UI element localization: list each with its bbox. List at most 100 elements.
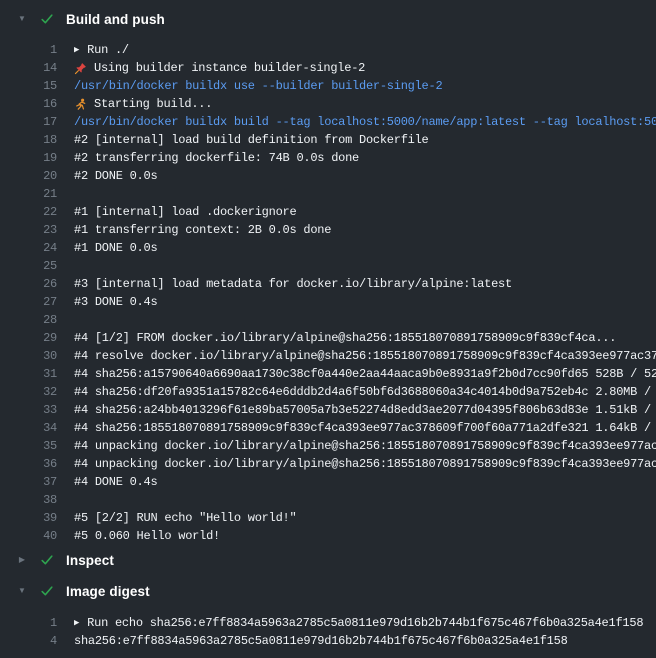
log-text-content: #4 sha256:a15790640a6690aa1730c38cf0a440… [74, 365, 656, 383]
line-number[interactable]: 30 [0, 347, 57, 365]
log-text-content: #4 [1/2] FROM docker.io/library/alpine@s… [74, 329, 616, 347]
log-text-content: Starting build... [94, 95, 212, 113]
chevron-down-icon[interactable]: ▼ [16, 8, 28, 30]
log-text: #4 [1/2] FROM docker.io/library/alpine@s… [57, 329, 656, 347]
log-lines-build-and-push: 1 ▶ Run ./ 14 Using builder instance builder… [0, 41, 656, 545]
log-text: #1 DONE 0.0s [57, 239, 656, 257]
section-title[interactable]: Build and push [66, 12, 165, 27]
line-number[interactable]: 28 [0, 311, 57, 329]
line-number[interactable]: 33 [0, 401, 57, 419]
line-number[interactable]: 27 [0, 293, 57, 311]
log-text-content: #5 [2/2] RUN echo "Hello world!" [74, 509, 296, 527]
log-line: 40#5 0.060 Hello world! [0, 527, 656, 545]
log-text: #4 resolve docker.io/library/alpine@sha2… [57, 347, 656, 365]
check-icon [40, 12, 54, 26]
log-text: #4 sha256:a24bb4013296f61e89ba57005a7b3e… [57, 401, 656, 419]
log-line: 33#4 sha256:a24bb4013296f61e89ba57005a7b… [0, 401, 656, 419]
section-header-build-and-push[interactable]: ▼ Build and push [0, 8, 656, 30]
log-text-content: #2 [internal] load build definition from… [74, 131, 429, 149]
log-line: 4sha256:e7ff8834a5963a2785c5a0811e979d16… [0, 632, 656, 650]
log-text: ▶ Run ./ [57, 41, 656, 59]
log-line: 25 [0, 257, 656, 275]
log-text-content: #1 transferring context: 2B 0.0s done [74, 221, 331, 239]
log-line: 37 #4 DONE 0.4s [0, 473, 656, 491]
chevron-down-icon[interactable]: ▼ [16, 580, 28, 602]
section-build-and-push: ▼ Build and push 1 ▶ Run ./ 14 Using builder i… [0, 8, 656, 545]
log-text: #5 0.060 Hello world! [57, 527, 656, 545]
line-number[interactable]: 34 [0, 419, 57, 437]
section-header-inspect[interactable]: ▶ Inspect [0, 549, 656, 571]
play-icon[interactable]: ▶ [74, 614, 79, 632]
log-text: #1 [internal] load .dockerignore [57, 203, 656, 221]
workflow-log-viewer: ▼Build and push1▶Run ./14Using builder i… [0, 0, 656, 650]
log-text-content: #4 sha256:df20fa9351a15782c64e6dddb2d4a6… [74, 383, 656, 401]
section-inspect: ▶ Inspect [0, 549, 656, 571]
line-number[interactable]: 23 [0, 221, 57, 239]
line-number[interactable]: 21 [0, 185, 57, 203]
log-text: /usr/bin/docker buildx build --tag local… [57, 113, 656, 131]
log-line: 18 #2 [internal] load build definition fr… [0, 131, 656, 149]
log-text-content: #4 DONE 0.4s [74, 473, 157, 491]
log-text-content: Run ./ [87, 41, 129, 59]
line-number[interactable]: 17 [0, 113, 57, 131]
log-text-content: #4 resolve docker.io/library/alpine@sha2… [74, 347, 656, 365]
log-text-content: #4 unpacking docker.io/library/alpine@sh… [74, 455, 656, 473]
section-header-image-digest[interactable]: ▼ Image digest [0, 580, 656, 602]
line-number[interactable]: 4 [0, 632, 57, 650]
log-text: #4 unpacking docker.io/library/alpine@sh… [57, 437, 656, 455]
log-line: 34#4 sha256:185518070891758909c9f839cf4c… [0, 419, 656, 437]
log-text: #4 unpacking docker.io/library/alpine@sh… [57, 455, 656, 473]
line-number[interactable]: 14 [0, 59, 57, 77]
log-text: #2 [internal] load build definition from… [57, 131, 656, 149]
log-line: 16 Starting build... [0, 95, 656, 113]
log-text-content: #1 [internal] load .dockerignore [74, 203, 296, 221]
line-number[interactable]: 32 [0, 383, 57, 401]
line-number[interactable]: 39 [0, 509, 57, 527]
log-line: 31 #4 sha256:a15790640a6690aa1730c38cf0a4… [0, 365, 656, 383]
log-text: #4 sha256:185518070891758909c9f839cf4ca3… [57, 419, 656, 437]
log-text: Using builder instance builder-single-2 [57, 59, 656, 77]
log-text: #2 DONE 0.0s [57, 167, 656, 185]
line-number[interactable]: 24 [0, 239, 57, 257]
log-text: #4 DONE 0.4s [57, 473, 656, 491]
line-number[interactable]: 25 [0, 257, 57, 275]
section-image-digest: ▼Image digest1▶Run echo sha256:e7ff8834a… [0, 580, 656, 650]
line-number[interactable]: 22 [0, 203, 57, 221]
play-icon[interactable]: ▶ [74, 41, 79, 59]
log-lines-image-digest: 1▶Run echo sha256:e7ff8834a5963a2785c5a0… [0, 614, 656, 650]
log-text-content: Using builder instance builder-single-2 [94, 59, 365, 77]
log-text: /usr/bin/docker buildx use --builder bui… [57, 77, 656, 95]
log-line: 1▶Run echo sha256:e7ff8834a5963a2785c5a0… [0, 614, 656, 632]
line-number[interactable]: 26 [0, 275, 57, 293]
log-line: 27#3 DONE 0.4s [0, 293, 656, 311]
log-text-content: /usr/bin/docker buildx build --tag local… [74, 113, 656, 131]
chevron-right-icon[interactable]: ▶ [16, 549, 28, 571]
log-line: 19#2 transferring dockerfile: 74B 0.0s d… [0, 149, 656, 167]
line-number[interactable]: 19 [0, 149, 57, 167]
section-title[interactable]: Inspect [66, 553, 114, 568]
log-text: #2 transferring dockerfile: 74B 0.0s don… [57, 149, 656, 167]
line-number[interactable]: 1 [0, 41, 57, 59]
line-number[interactable]: 37 [0, 473, 57, 491]
log-line: 17/usr/bin/docker buildx build --tag loc… [0, 113, 656, 131]
log-text: #4 sha256:df20fa9351a15782c64e6dddb2d4a6… [57, 383, 656, 401]
line-number[interactable]: 38 [0, 491, 57, 509]
log-text-content: #3 [internal] load metadata for docker.i… [74, 275, 512, 293]
log-line: 22 #1 [internal] load .dockerignore [0, 203, 656, 221]
line-number[interactable]: 15 [0, 77, 57, 95]
line-number[interactable]: 18 [0, 131, 57, 149]
section-title[interactable]: Image digest [66, 584, 150, 599]
line-number[interactable]: 16 [0, 95, 57, 113]
log-line: 26 #3 [internal] load metadata for docker… [0, 275, 656, 293]
log-line: 15/usr/bin/docker buildx use --builder b… [0, 77, 656, 95]
line-number[interactable]: 35 [0, 437, 57, 455]
line-number[interactable]: 29 [0, 329, 57, 347]
line-number[interactable]: 40 [0, 527, 57, 545]
log-line: 36 #4 unpacking docker.io/library/alpine@… [0, 455, 656, 473]
line-number[interactable]: 1 [0, 614, 57, 632]
line-number[interactable]: 31 [0, 365, 57, 383]
line-number[interactable]: 36 [0, 455, 57, 473]
log-text: #3 [internal] load metadata for docker.i… [57, 275, 656, 293]
log-text: sha256:e7ff8834a5963a2785c5a0811e979d16b… [57, 632, 656, 650]
line-number[interactable]: 20 [0, 167, 57, 185]
